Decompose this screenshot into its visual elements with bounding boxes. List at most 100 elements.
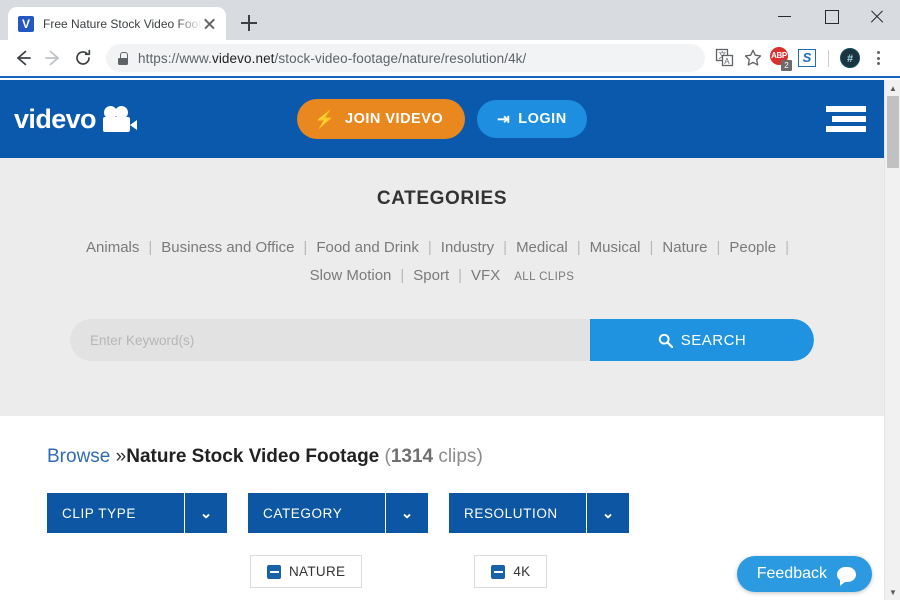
video-camera-icon (102, 105, 139, 133)
breadcrumb: Browse »Nature Stock Video Footage (1314… (47, 446, 884, 468)
tab-close-icon[interactable] (202, 16, 218, 32)
category-link-animals[interactable]: Animals (86, 239, 139, 256)
feedback-button[interactable]: Feedback (736, 556, 872, 592)
adblock-extension-icon[interactable]: ABP 2 (767, 44, 793, 72)
category-link-people[interactable]: People (729, 239, 776, 256)
lightning-bolt-icon: ⚡ (314, 109, 336, 129)
site-header: videvo ⚡ JOIN VIDEVO ⇥ LOGIN (0, 80, 884, 158)
feedback-label: Feedback (756, 565, 827, 582)
join-videvo-label: JOIN VIDEVO (345, 111, 444, 127)
category-separator: | (303, 239, 308, 256)
categories-title: CATEGORIES (376, 188, 508, 209)
scrollbar-thumb[interactable] (887, 96, 899, 168)
category-dropdown[interactable]: CATEGORY ⌄ (248, 493, 428, 533)
maximize-button[interactable] (808, 0, 854, 32)
join-videvo-button[interactable]: ⚡ JOIN VIDEVO (297, 99, 466, 139)
category-link-vfx[interactable]: VFX (471, 267, 500, 284)
extension-s-label: S (798, 49, 816, 67)
tab-title: Free Nature Stock Video Foota (43, 16, 202, 31)
category-link-medical[interactable]: Medical (516, 239, 568, 256)
category-separator: | (458, 267, 463, 284)
category-link-food-and-drink[interactable]: Food and Drink (316, 239, 419, 256)
page-scrollbar[interactable]: ▲ ▼ (884, 80, 900, 600)
category-link-nature[interactable]: Nature (662, 239, 707, 256)
chevron-down-icon: ⌄ (601, 505, 615, 522)
clip-type-label: CLIP TYPE (62, 505, 136, 521)
new-tab-button[interactable] (235, 9, 263, 37)
scroll-down-arrow-icon[interactable]: ▼ (885, 584, 900, 600)
browser-toolbar: https://www.videvo.net/stock-video-foota… (0, 40, 900, 78)
category-separator: | (649, 239, 654, 256)
filter-chip-4k[interactable]: 4K (474, 555, 548, 588)
search-bar: SEARCH (70, 319, 814, 361)
back-button[interactable] (8, 43, 38, 73)
category-separator: | (400, 267, 405, 284)
page-viewport: videvo ⚡ JOIN VIDEVO ⇥ LOGIN CATEGORIES … (0, 80, 900, 600)
breadcrumb-browse-link[interactable]: Browse (47, 446, 110, 467)
url-scheme: https://www. (138, 50, 212, 66)
videvo-logo[interactable]: videvo (14, 104, 139, 135)
address-bar[interactable]: https://www.videvo.net/stock-video-foota… (106, 44, 705, 72)
hamburger-menu-icon[interactable] (826, 106, 866, 132)
breadcrumb-current: Nature Stock Video Footage (126, 446, 380, 467)
category-separator: | (576, 239, 581, 256)
category-separator: | (148, 239, 153, 256)
categories-section: CATEGORIES Animals | Business and Office | F… (0, 158, 884, 416)
url-text: https://www.videvo.net/stock-video-foota… (138, 51, 526, 66)
avatar-glyph: # (840, 48, 860, 68)
tab-favicon: V (18, 15, 34, 32)
browser-menu-icon[interactable] (864, 44, 892, 72)
filter-chip-nature[interactable]: NATURE (250, 555, 363, 588)
category-separator: | (716, 239, 721, 256)
category-links-row-1: Animals | Business and Office | Food and Dri… (0, 234, 884, 262)
chevron-down-icon: ⌄ (400, 505, 414, 522)
login-arrow-icon: ⇥ (497, 111, 511, 128)
category-link-musical[interactable]: Musical (590, 239, 641, 256)
toolbar-divider (828, 49, 829, 67)
tab-bar: V Free Nature Stock Video Foota (0, 0, 900, 40)
search-button[interactable]: SEARCH (590, 319, 814, 361)
lock-icon (117, 51, 129, 65)
close-window-button[interactable] (854, 0, 900, 32)
clip-count: (1314 clips) (385, 446, 483, 467)
scroll-up-arrow-icon[interactable]: ▲ (885, 80, 900, 96)
breadcrumb-separator: » (115, 446, 127, 467)
adblock-count-badge: 2 (781, 60, 792, 71)
minus-square-icon[interactable] (491, 564, 506, 579)
filter-chip-nature-label: NATURE (289, 564, 346, 579)
category-separator: | (427, 239, 432, 256)
clip-type-dropdown[interactable]: CLIP TYPE ⌄ (47, 493, 227, 533)
search-icon (658, 333, 673, 348)
speech-bubble-icon (837, 566, 856, 586)
category-separator: | (503, 239, 508, 256)
chevron-down-icon: ⌄ (199, 505, 213, 522)
clip-count-suffix: clips (438, 446, 477, 467)
search-input[interactable] (70, 319, 590, 361)
all-clips-link[interactable]: ALL CLIPS (514, 271, 574, 283)
count-close-paren: ) (476, 446, 483, 467)
browser-tab[interactable]: V Free Nature Stock Video Foota (8, 7, 226, 40)
category-link-industry[interactable]: Industry (441, 239, 494, 256)
minimize-button[interactable] (762, 0, 808, 32)
category-link-slow-motion[interactable]: Slow Motion (310, 267, 392, 284)
resolution-label: RESOLUTION (464, 505, 558, 521)
category-link-business-and-office[interactable]: Business and Office (161, 239, 294, 256)
login-button[interactable]: ⇥ LOGIN (477, 100, 587, 138)
filter-chip-4k-label: 4K (513, 564, 531, 579)
window-controls (762, 0, 900, 32)
category-links-row-2: Slow Motion | Sport | VFX ALL CLIPS (0, 262, 884, 291)
category-label: CATEGORY (263, 505, 343, 521)
translate-icon[interactable]: 文 A (711, 44, 739, 72)
reload-button[interactable] (68, 43, 98, 73)
videvo-page: videvo ⚡ JOIN VIDEVO ⇥ LOGIN CATEGORIES … (0, 80, 884, 600)
bookmark-star-icon[interactable] (739, 44, 767, 72)
resolution-dropdown[interactable]: RESOLUTION ⌄ (449, 493, 629, 533)
browser-window: V Free Nature Stock Video Foota https://… (0, 0, 900, 600)
logo-text: videvo (14, 103, 97, 134)
url-path: /stock-video-footage/nature/resolution/4… (274, 50, 527, 66)
category-link-sport[interactable]: Sport (413, 267, 449, 284)
search-button-label: SEARCH (680, 331, 747, 349)
extension-s-icon[interactable]: S (793, 44, 821, 72)
minus-square-icon[interactable] (267, 564, 281, 579)
profile-avatar[interactable]: # (836, 44, 864, 72)
